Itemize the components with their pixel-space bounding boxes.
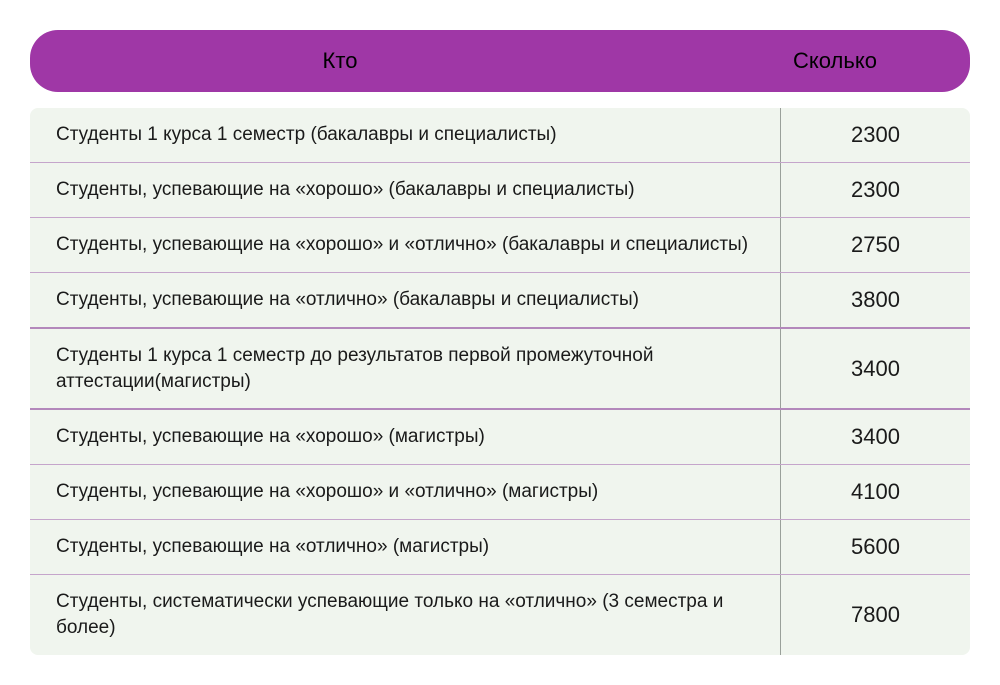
cell-amount: 2300 — [780, 163, 970, 217]
header-amount-label: Сколько — [740, 48, 930, 74]
cell-who: Студенты, успевающие на «отлично» (бакал… — [30, 273, 780, 327]
cell-amount: 5600 — [780, 520, 970, 574]
cell-who: Студенты, успевающие на «хорошо» (магист… — [30, 410, 780, 464]
cell-amount: 3400 — [780, 410, 970, 464]
cell-amount: 7800 — [780, 575, 970, 654]
cell-who: Студенты, успевающие на «хорошо» и «отли… — [30, 218, 780, 272]
cell-amount: 3800 — [780, 273, 970, 327]
table-row: Студенты, успевающие на «хорошо» и «отли… — [30, 465, 970, 520]
table-row: Студенты, успевающие на «отлично» (магис… — [30, 520, 970, 575]
table-header: Кто Сколько — [30, 30, 970, 92]
cell-who: Студенты, успевающие на «хорошо» (бакала… — [30, 163, 780, 217]
table-row: Студенты, систематически успевающие толь… — [30, 575, 970, 654]
cell-amount: 2300 — [780, 108, 970, 162]
cell-who: Студенты 1 курса 1 семестр до результато… — [30, 329, 780, 408]
cell-who: Студенты, успевающие на «отлично» (магис… — [30, 520, 780, 574]
table-row: Студенты 1 курса 1 семестр до результато… — [30, 329, 970, 410]
table-row: Студенты 1 курса 1 семестр (бакалавры и … — [30, 108, 970, 163]
cell-who: Студенты, успевающие на «хорошо» и «отли… — [30, 465, 780, 519]
cell-who: Студенты 1 курса 1 семестр (бакалавры и … — [30, 108, 780, 162]
table-row: Студенты, успевающие на «отлично» (бакал… — [30, 273, 970, 329]
cell-amount: 3400 — [780, 329, 970, 408]
table-body: Студенты 1 курса 1 семестр (бакалавры и … — [30, 108, 970, 655]
table-row: Студенты, успевающие на «хорошо» (бакала… — [30, 163, 970, 218]
header-who-label: Кто — [70, 48, 740, 74]
table-row: Студенты, успевающие на «хорошо» и «отли… — [30, 218, 970, 273]
cell-amount: 4100 — [780, 465, 970, 519]
table-row: Студенты, успевающие на «хорошо» (магист… — [30, 410, 970, 465]
scholarship-table: Кто Сколько Студенты 1 курса 1 семестр (… — [30, 30, 970, 655]
cell-who: Студенты, систематически успевающие толь… — [30, 575, 780, 654]
cell-amount: 2750 — [780, 218, 970, 272]
